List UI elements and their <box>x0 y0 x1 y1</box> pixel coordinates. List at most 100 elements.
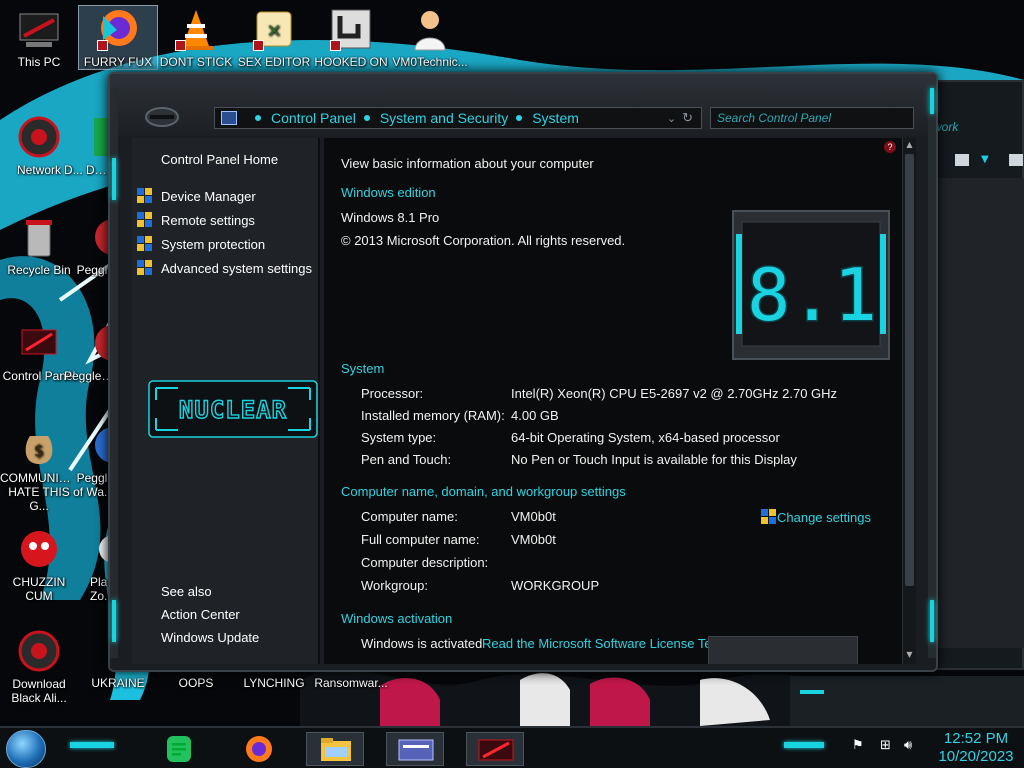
desktop-icon-peggle-wa[interactable]: Peggle of Wa... <box>64 422 114 499</box>
taskbar-firefox[interactable] <box>230 732 288 766</box>
task-pane: Control Panel Home Device Manager Remote… <box>132 138 320 664</box>
desktop-icon-plants-zombies[interactable]: Plan Zo... <box>64 526 114 603</box>
chuzzle-icon <box>16 526 62 572</box>
task-label[interactable]: Remote settings <box>161 213 255 228</box>
desktop-icon-dont-stick[interactable]: DONT STICK <box>157 6 235 69</box>
clock-date: 10/20/2023 <box>938 748 1014 765</box>
desktop-icon-furry-fux[interactable]: FURRY FUX <box>78 5 158 70</box>
memory-label: Installed memory (RAM): <box>361 408 505 423</box>
desktop-icon-download-black[interactable]: Download Black Ali... <box>0 628 78 705</box>
desktop-icon-vm0technic[interactable]: VM0Technic... <box>391 6 469 69</box>
desktop-icon-hooked-on[interactable]: HOOKED ON <box>312 6 390 69</box>
task-label[interactable]: Device Manager <box>161 189 256 204</box>
preview-pane-icon[interactable] <box>1009 154 1023 166</box>
clock-time: 12:52 PM <box>943 730 1009 747</box>
taskbar-red-app[interactable] <box>466 732 524 766</box>
desktop-icon-lynching[interactable]: LYNCHING <box>235 676 313 690</box>
task-remote-settings[interactable]: Remote settings <box>137 212 255 228</box>
desktop-icon-peggle[interactable]: Peggle <box>64 214 114 277</box>
computer-name-label: Computer name: <box>361 509 458 524</box>
taskbar-control-panel[interactable] <box>386 732 444 766</box>
view-options-icon[interactable] <box>955 154 969 166</box>
desktop-icon-ransomware[interactable]: Ransomwar... <box>312 676 390 690</box>
taskbar: ⚑ ⊞ 🔊︎ 12:52 PM 10/20/2023 <box>0 726 1024 768</box>
change-settings-link[interactable]: Change settings <box>761 509 871 525</box>
breadcrumb-system-and-security[interactable]: System and Security <box>380 110 508 126</box>
address-bar[interactable]: Control Panel System and Security System… <box>214 107 702 129</box>
desktop-icon-oops[interactable]: OOPS <box>157 676 235 690</box>
breadcrumb-system[interactable]: System <box>532 110 579 126</box>
breadcrumb-separator-icon[interactable] <box>363 115 370 121</box>
system-clock[interactable]: 12:52 PM 10/20/2023 <box>932 730 1020 766</box>
breadcrumb-separator-icon[interactable] <box>516 115 523 121</box>
desktop-icon-label: LYNCHING <box>243 676 305 690</box>
see-also-heading: See also <box>161 584 212 599</box>
glow-strip <box>930 88 934 114</box>
control-panel-icon <box>221 111 237 125</box>
help-icon[interactable]: ? <box>884 141 896 153</box>
nuclear-logo: NUCLEAR <box>148 380 318 438</box>
edition-name: Windows 8.1 Pro <box>341 210 440 225</box>
logo-version-text: 8.1 <box>747 253 877 337</box>
scrollbar-thumb[interactable] <box>905 154 914 586</box>
shield-icon <box>137 212 153 228</box>
desktop-icon-sex-editor[interactable]: ✕ SEX EDITOR <box>235 6 313 69</box>
task-system-protection[interactable]: System protection <box>137 236 265 252</box>
scroll-down-arrow-icon[interactable]: ▼ <box>904 650 915 662</box>
volume-icon[interactable]: 🔊︎ <box>904 738 912 753</box>
firefox-icon <box>246 736 272 762</box>
desktop-icon-dum[interactable]: D... DUM <box>64 114 108 177</box>
memory-value: 4.00 GB <box>511 408 559 423</box>
network-icon <box>16 628 62 674</box>
action-center-link[interactable]: Action Center <box>161 607 240 622</box>
task-device-manager[interactable]: Device Manager <box>137 188 256 204</box>
task-label[interactable]: Advanced system settings <box>161 261 312 276</box>
taskbar-file-explorer[interactable] <box>306 732 364 766</box>
shield-icon <box>137 188 153 204</box>
breadcrumb-control-panel[interactable]: Control Panel <box>271 110 356 126</box>
refresh-icon[interactable]: ↻ <box>682 110 693 126</box>
computer-description-label: Computer description: <box>361 555 489 570</box>
desktop-icon-ukraine[interactable]: UKRAINE <box>79 676 157 690</box>
taskbar-notes-app[interactable] <box>150 732 208 766</box>
shield-icon <box>137 260 153 276</box>
vertical-scrollbar[interactable]: ▲ ▼ <box>902 138 916 664</box>
glow-strip <box>112 158 116 200</box>
chevron-down-icon[interactable]: ⌄ <box>667 112 676 125</box>
pen-touch-label: Pen and Touch: <box>361 452 452 467</box>
section-windows-activation: Windows activation <box>341 611 453 626</box>
glow-strip <box>112 600 116 642</box>
window-frame-right <box>928 88 936 658</box>
firefox-icon <box>95 6 141 52</box>
system-type-label: System type: <box>361 430 437 445</box>
section-system: System <box>341 361 385 376</box>
task-advanced-system-settings[interactable]: Advanced system settings <box>137 260 312 276</box>
windows-update-link[interactable]: Windows Update <box>161 630 259 645</box>
back-forward-nav-icon[interactable] <box>144 106 180 128</box>
windows-81-logo: 8.1 <box>732 210 890 360</box>
search-input[interactable] <box>710 107 914 129</box>
glow-strip <box>70 742 114 748</box>
shield-icon <box>761 509 777 525</box>
section-windows-edition: Windows edition <box>341 185 436 200</box>
page-title: View basic information about your comput… <box>341 156 594 171</box>
game-icon <box>328 6 374 52</box>
glow-strip <box>784 742 824 748</box>
pen-touch-value: No Pen or Touch Input is available for t… <box>511 452 797 467</box>
system-window[interactable]: Control Panel System and Security System… <box>108 72 938 672</box>
flag-icon[interactable]: ⚑ <box>852 738 864 753</box>
task-label[interactable]: System protection <box>161 237 265 252</box>
scroll-up-arrow-icon[interactable]: ▲ <box>904 140 915 152</box>
desktop-icon-label: D... DUM <box>64 163 108 177</box>
chevron-down-icon[interactable]: ▼ <box>981 154 989 165</box>
desktop-icon-peggle-deluxe[interactable]: Peggle De... <box>64 320 114 383</box>
start-button[interactable] <box>6 730 46 768</box>
nuclear-logo-text: NUCLEAR <box>179 396 287 424</box>
change-settings-label[interactable]: Change settings <box>777 510 871 525</box>
license-terms-link[interactable]: Read the Microsoft Software License Term… <box>482 636 733 651</box>
desktop-icon-this-pc[interactable]: This PC <box>0 6 78 69</box>
desktop-icon-label: HOOKED ON <box>314 55 388 69</box>
control-panel-home-link[interactable]: Control Panel Home <box>161 152 278 167</box>
network-tray-icon[interactable]: ⊞ <box>880 738 891 753</box>
desktop-icon-label: This PC <box>17 55 61 69</box>
